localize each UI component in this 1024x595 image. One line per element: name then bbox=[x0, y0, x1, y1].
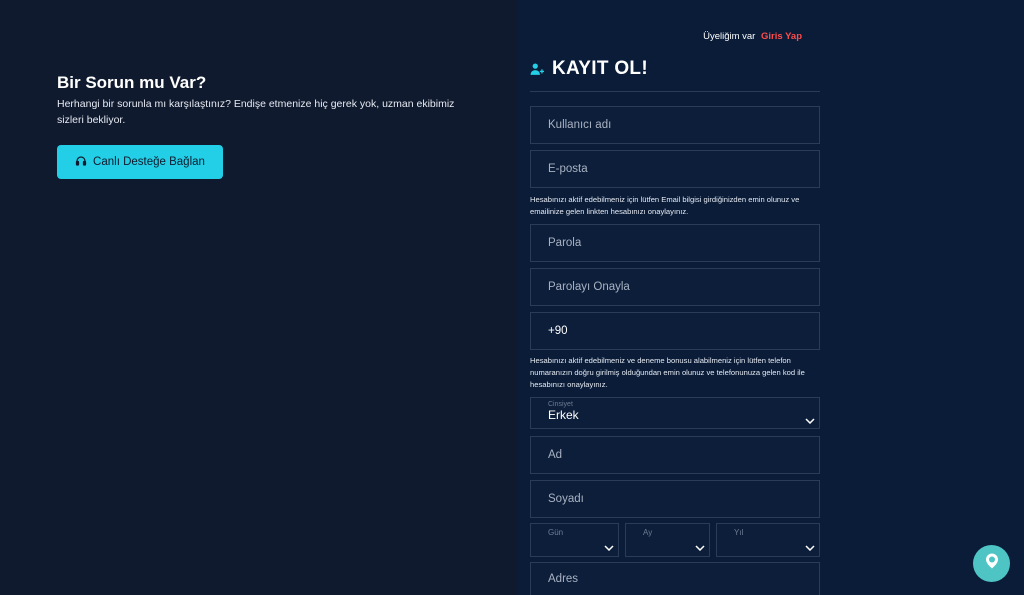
day-select[interactable]: Gün bbox=[530, 523, 619, 557]
surname-input[interactable] bbox=[548, 493, 819, 505]
login-line: Üyeliğim var Giris Yap bbox=[703, 31, 802, 42]
day-label: Gün bbox=[548, 528, 564, 537]
gender-select[interactable]: Cinsiyet Erkek bbox=[530, 397, 820, 429]
chat-icon bbox=[983, 552, 1001, 575]
password-confirm-input[interactable] bbox=[548, 281, 819, 293]
email-input[interactable] bbox=[548, 163, 819, 175]
name-input[interactable] bbox=[548, 449, 819, 461]
chevron-down-icon bbox=[805, 538, 815, 552]
username-field[interactable] bbox=[530, 106, 820, 144]
address-field[interactable] bbox=[530, 562, 820, 595]
month-select[interactable]: Ay bbox=[625, 523, 710, 557]
login-link[interactable]: Giris Yap bbox=[761, 31, 802, 42]
register-header: KAYIT OL! bbox=[530, 58, 820, 92]
member-text: Üyeliğim var bbox=[703, 31, 756, 42]
help-title: Bir Sorun mu Var? bbox=[57, 73, 207, 92]
surname-field[interactable] bbox=[530, 480, 820, 518]
gender-value: Erkek bbox=[548, 408, 579, 422]
chevron-down-icon bbox=[695, 538, 705, 552]
password-field[interactable] bbox=[530, 224, 820, 262]
phone-field[interactable]: +90 bbox=[530, 312, 820, 350]
chevron-down-icon bbox=[805, 411, 815, 425]
phone-info-text: Hesabınızı aktif edebilmeniz ve deneme b… bbox=[530, 356, 805, 389]
username-input[interactable] bbox=[548, 119, 819, 131]
year-label: Yıl bbox=[734, 528, 744, 537]
month-label: Ay bbox=[643, 528, 653, 537]
chevron-down-icon bbox=[604, 538, 614, 552]
live-support-label: Canlı Desteğe Bağlan bbox=[93, 156, 205, 168]
phone-input[interactable]: +90 bbox=[548, 325, 568, 337]
add-user-icon bbox=[530, 58, 544, 81]
name-field[interactable] bbox=[530, 436, 820, 474]
address-input[interactable] bbox=[548, 573, 819, 585]
help-text: Herhangi bir sorunla mı karşılaştınız? E… bbox=[57, 98, 455, 126]
chat-button[interactable] bbox=[973, 545, 1010, 582]
headset-icon bbox=[75, 155, 87, 170]
gender-label: Cinsiyet bbox=[548, 401, 573, 408]
password-input[interactable] bbox=[548, 237, 819, 249]
register-title: KAYIT OL! bbox=[552, 58, 648, 79]
email-field[interactable] bbox=[530, 150, 820, 188]
password-confirm-field[interactable] bbox=[530, 268, 820, 306]
year-select[interactable]: Yıl bbox=[716, 523, 820, 557]
live-support-button[interactable]: Canlı Desteğe Bağlan bbox=[57, 145, 223, 179]
email-info-text: Hesabınızı aktif edebilmeniz için lütfen… bbox=[530, 195, 800, 216]
